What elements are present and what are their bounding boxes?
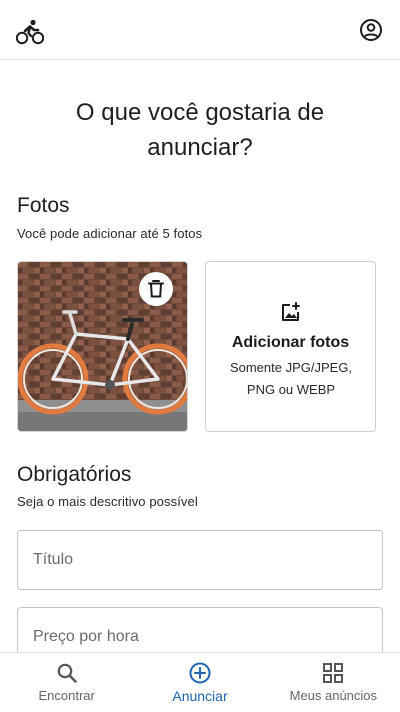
required-section-title: Obrigatórios [17,463,132,486]
photos-section-title: Fotos [17,194,70,217]
page-title: O que você gostaria de anunciar? [75,99,325,161]
required-section-subtitle: Seja o mais descritivo possível [17,494,198,509]
add-photos-subtitle: Somente JPG/JPEG, PNG ou WEBP [229,360,353,397]
add-circle-icon [189,662,211,684]
nav-item-anunciar[interactable]: Anunciar [133,653,266,712]
title-field[interactable] [17,530,383,590]
cyclist-icon [16,19,44,45]
add-photo-icon [282,302,300,321]
price-per-hour-input[interactable] [18,608,382,652]
delete-photo-button[interactable] [139,272,173,306]
bottom-navigation: Encontrar Anunciar Meus anúncios [0,652,400,712]
account-circle-icon[interactable] [359,18,383,42]
nav-label-anunciar: Anunciar [172,688,228,704]
uploaded-photo-card [17,261,188,432]
nav-label-meus-anuncios: Meus anúncios [289,688,378,703]
trash-icon [148,280,164,298]
add-photos-title: Adicionar fotos [231,334,350,351]
price-per-hour-field[interactable] [17,607,383,652]
title-input[interactable] [18,531,382,589]
nav-item-encontrar[interactable]: Encontrar [0,653,133,712]
add-photos-button[interactable]: Adicionar fotos Somente JPG/JPEG, PNG ou… [205,261,376,432]
photos-section-subtitle: Você pode adicionar até 5 fotos [17,226,203,241]
nav-item-meus-anuncios[interactable]: Meus anúncios [267,653,400,712]
app-bar [0,0,400,60]
main-content: O que você gostaria de anunciar? Fotos V… [0,61,400,652]
grid-icon [323,663,344,683]
nav-label-encontrar: Encontrar [38,688,95,703]
search-icon [57,663,77,683]
